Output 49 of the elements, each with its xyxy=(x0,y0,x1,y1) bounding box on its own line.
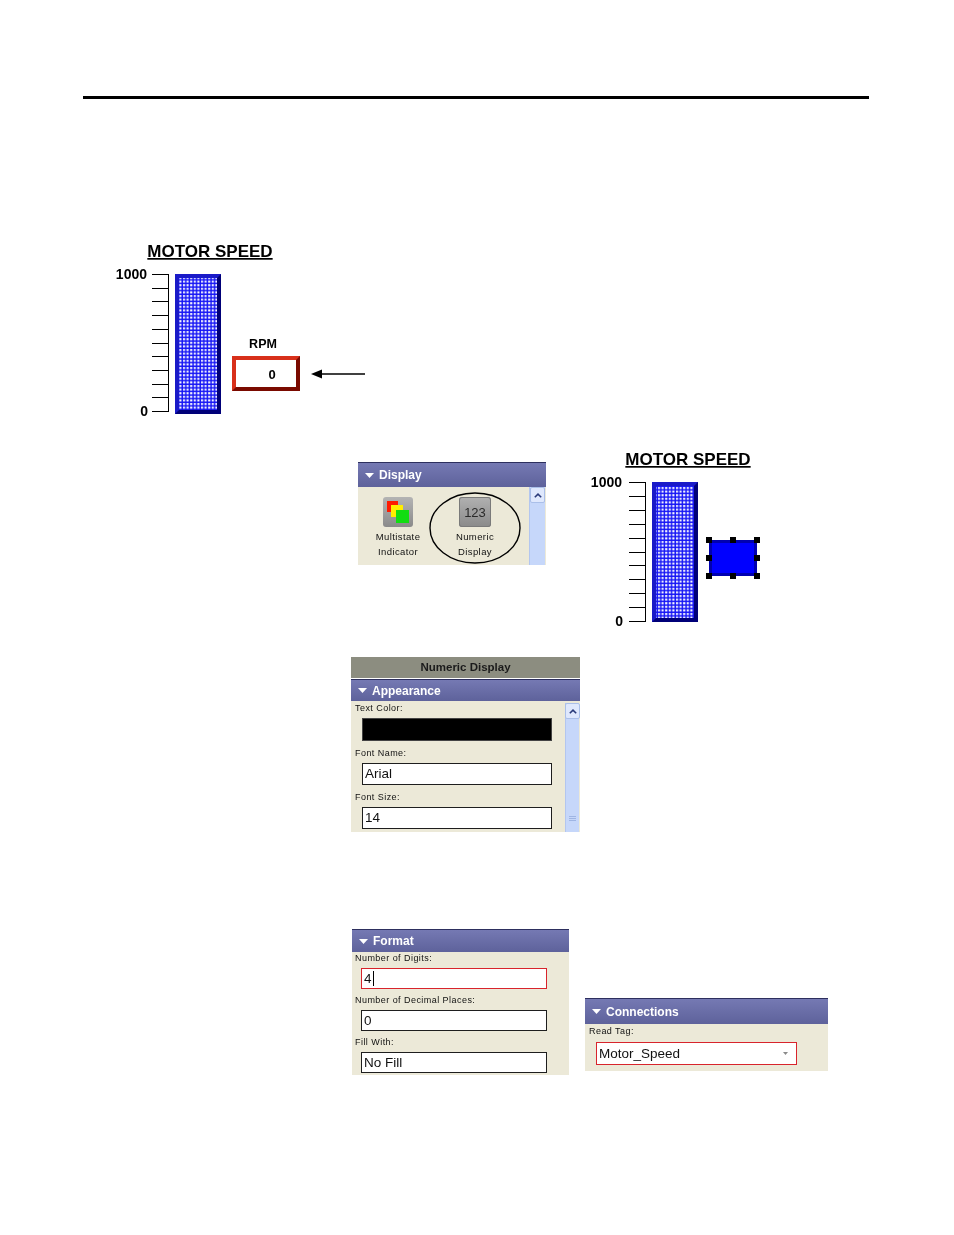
numeric-display: 0 xyxy=(232,356,300,391)
selection-handle[interactable] xyxy=(754,555,760,561)
scroll-up-button[interactable] xyxy=(565,703,580,719)
field-label: Font Size: xyxy=(355,792,401,803)
gauge-title: MOTOR SPEED xyxy=(147,242,273,261)
toolbox-item[interactable]: Multistate Indicator xyxy=(363,497,433,559)
dropdown-field[interactable]: Motor_Speed xyxy=(596,1042,797,1065)
scroll-up-button[interactable] xyxy=(530,487,545,503)
text-field[interactable]: 14 xyxy=(362,807,552,829)
selection-handle[interactable] xyxy=(754,573,760,579)
field-label: Read Tag: xyxy=(589,1026,634,1037)
pointer-arrow xyxy=(311,369,366,379)
chevron-up-icon xyxy=(568,708,577,714)
selection-handle[interactable] xyxy=(730,573,736,579)
section-header[interactable]: Appearance xyxy=(351,679,580,701)
selection-handle[interactable] xyxy=(706,573,712,579)
field-label: Number of Decimal Places: xyxy=(355,995,476,1006)
scale-min-label: 0 xyxy=(615,613,623,629)
dropdown-caret-icon[interactable] xyxy=(783,1052,788,1055)
field-label: Number of Digits: xyxy=(355,953,433,964)
selection-handle[interactable] xyxy=(754,537,760,543)
section-header[interactable]: Display xyxy=(358,462,546,487)
expand-triangle-down-icon xyxy=(359,936,368,946)
scale-max-label: 1000 xyxy=(590,474,622,490)
field-label: Font Name: xyxy=(355,748,407,759)
scale-max-label: 1000 xyxy=(115,266,147,282)
gauge-title: MOTOR SPEED xyxy=(625,450,751,469)
expand-triangle-down-icon xyxy=(365,470,374,480)
chevron-up-icon xyxy=(533,492,542,498)
color-swatch[interactable] xyxy=(362,718,552,741)
selection-handle[interactable] xyxy=(706,555,712,561)
selection-handle[interactable] xyxy=(706,537,712,543)
field-label: Text Color: xyxy=(355,703,403,714)
panel-title: Numeric Display xyxy=(351,657,580,678)
expand-triangle-down-icon xyxy=(592,1007,601,1016)
selection-handle[interactable] xyxy=(730,537,736,543)
section-header[interactable]: Format xyxy=(352,929,569,952)
text-field[interactable]: 0 xyxy=(361,1010,547,1031)
text-field[interactable]: Arial xyxy=(362,763,552,785)
number-tile: 123 xyxy=(459,497,491,527)
expand-triangle-down-icon xyxy=(358,686,367,695)
overlapping-squares-icon xyxy=(383,497,413,527)
scrollbar-grip-icon xyxy=(569,816,576,822)
text-field[interactable]: 4 xyxy=(361,968,547,989)
text-field[interactable]: No Fill xyxy=(361,1052,547,1073)
section-header[interactable]: Connections xyxy=(585,998,828,1024)
unit-label: RPM xyxy=(249,337,277,351)
scale-min-label: 0 xyxy=(140,403,148,419)
field-label: Fill With: xyxy=(355,1037,394,1048)
